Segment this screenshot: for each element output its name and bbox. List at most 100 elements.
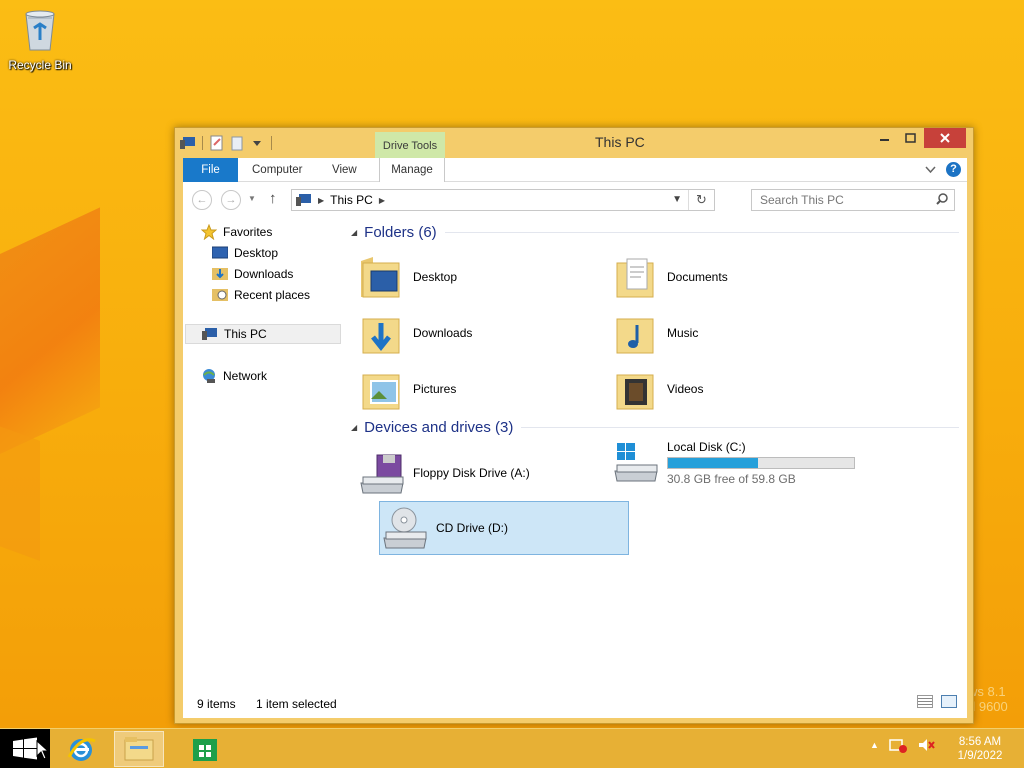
close-button[interactable] (924, 128, 966, 148)
group-title: Devices and drives (3) (364, 418, 514, 436)
explorer-window: Drive Tools This PC File Computer View M… (174, 127, 974, 724)
sidebar-item-recent-places[interactable]: Recent places (212, 285, 310, 305)
tab-manage[interactable]: Manage (379, 158, 445, 183)
folder-tile-documents[interactable]: Documents (611, 250, 851, 304)
search-placeholder: Search This PC (760, 193, 844, 207)
tile-label: Local Disk (C:) (667, 440, 746, 454)
tile-label: Pictures (413, 382, 457, 396)
up-arrow-icon[interactable]: ↑ (269, 190, 277, 207)
navigation-pane: Favorites Desktop Downloads Recent place… (183, 218, 343, 688)
search-icon[interactable] (936, 193, 948, 208)
breadcrumb-this-pc[interactable]: This PC (330, 193, 373, 207)
quick-access-toolbar (180, 133, 274, 153)
tile-label: CD Drive (D:) (436, 521, 508, 535)
navigation-bar: ← → ▼ ↑ ▶ This PC ▶ ▼ ↻ Search This PC (183, 182, 967, 218)
toolbar-divider (271, 136, 272, 150)
tile-label: Desktop (413, 270, 458, 284)
forward-button[interactable]: → (221, 190, 241, 210)
folder-tile-downloads[interactable]: Downloads (357, 306, 597, 360)
sidebar-item-label: Downloads (234, 267, 294, 281)
address-history-dropdown-icon[interactable]: ▼ (672, 194, 682, 205)
ribbon-tabs: File Computer View Manage ? (183, 158, 967, 183)
desktop-icon-recycle-bin[interactable]: Recycle Bin (6, 4, 74, 72)
folders-group-header[interactable]: ◢ Folders (6) (351, 222, 959, 242)
downloads-folder-icon (357, 309, 407, 357)
explorer-content: ← → ▼ ↑ ▶ This PC ▶ ▼ ↻ Search This PC F… (183, 182, 967, 718)
large-icons-view-icon[interactable] (941, 695, 957, 708)
show-hidden-icons-icon[interactable]: ▲ (870, 740, 879, 750)
title-bar[interactable]: Drive Tools This PC (175, 128, 973, 158)
refresh-icon[interactable]: ↻ (688, 190, 714, 210)
this-pc-icon (296, 194, 311, 206)
drive-tile-local-disk[interactable]: Local Disk (C:) 30.8 GB free of 59.8 GB (611, 438, 871, 488)
drive-tools-context-label: Drive Tools (375, 132, 445, 158)
folder-tile-pictures[interactable]: Pictures (357, 362, 597, 416)
disk-usage-bar (667, 457, 855, 469)
internet-explorer-icon (67, 738, 96, 761)
help-icon[interactable]: ? (946, 162, 961, 177)
minimize-button[interactable] (872, 128, 898, 148)
drive-tile-cd[interactable]: CD Drive (D:) (379, 501, 629, 555)
tab-file[interactable]: File (183, 158, 238, 182)
file-explorer-icon (124, 737, 154, 761)
sidebar-item-this-pc[interactable]: This PC (185, 324, 341, 344)
drive-tile-floppy[interactable]: Floppy Disk Drive (A:) (357, 446, 607, 500)
wallpaper-shape (0, 419, 40, 561)
folder-tile-music[interactable]: Music (611, 306, 851, 360)
recent-locations-chevron-icon[interactable]: ▼ (248, 194, 256, 203)
devices-group-header[interactable]: ◢ Devices and drives (3) (351, 417, 959, 437)
folder-tile-videos[interactable]: Videos (611, 362, 851, 416)
clock-date: 1/9/2022 (957, 750, 1003, 762)
breadcrumb: ▶ This PC ▶ (296, 193, 385, 207)
collapse-triangle-icon[interactable]: ◢ (351, 423, 357, 432)
back-button[interactable]: ← (192, 190, 212, 210)
sidebar-item-label: Favorites (223, 225, 273, 239)
volume-muted-icon[interactable] (917, 737, 935, 753)
breadcrumb-separator-icon[interactable]: ▶ (379, 196, 385, 205)
videos-folder-icon (611, 365, 661, 413)
taskbar-internet-explorer[interactable] (56, 731, 106, 767)
sidebar-item-downloads[interactable]: Downloads (212, 264, 293, 284)
cd-drive-icon (380, 504, 430, 552)
details-view-icon[interactable] (917, 695, 933, 708)
free-space-label: 30.8 GB free of 59.8 GB (667, 472, 796, 486)
address-bar[interactable]: ▶ This PC ▶ ▼ ↻ (291, 189, 715, 211)
notification-area: ▲ (870, 737, 935, 753)
sidebar-item-label: Network (223, 369, 268, 383)
clock[interactable]: 8:56 AM 1/9/2022 (950, 735, 1010, 763)
tab-view[interactable]: View (332, 158, 357, 182)
view-switcher (917, 695, 957, 708)
recent-places-icon (212, 289, 228, 301)
star-icon (201, 224, 217, 240)
taskbar-file-explorer[interactable] (114, 731, 164, 767)
mouse-cursor-icon (36, 739, 50, 763)
recycle-bin-icon (20, 4, 60, 54)
breadcrumb-separator-icon[interactable]: ▶ (318, 196, 324, 205)
downloads-icon (212, 268, 228, 280)
customize-toolbar-chevron-icon[interactable] (249, 135, 265, 151)
toolbar-divider (202, 136, 203, 150)
folder-tile-desktop[interactable]: Desktop (357, 250, 597, 304)
disk-usage-fill (668, 458, 759, 468)
search-input[interactable]: Search This PC (751, 189, 955, 211)
recycle-bin-label: Recycle Bin (8, 58, 72, 72)
sidebar-item-label: Desktop (234, 246, 279, 260)
drive-info: Local Disk (C:) 30.8 GB free of 59.8 GB (667, 440, 855, 486)
tab-computer[interactable]: Computer (252, 158, 303, 182)
taskbar-store[interactable] (180, 731, 230, 767)
tile-label: Floppy Disk Drive (A:) (413, 466, 530, 480)
selection-count: 1 item selected (256, 697, 337, 711)
expand-ribbon-chevron-icon[interactable] (925, 165, 936, 174)
network-status-icon[interactable] (889, 737, 907, 753)
new-folder-icon[interactable] (229, 135, 245, 151)
sidebar-item-network[interactable]: Network (201, 366, 267, 386)
divider (521, 426, 959, 428)
sidebar-item-desktop[interactable]: Desktop (212, 243, 278, 263)
network-icon (203, 369, 215, 383)
properties-icon[interactable] (209, 135, 225, 151)
sidebar-item-favorites[interactable]: Favorites (201, 222, 272, 242)
ribbon-controls: ? (925, 162, 961, 177)
collapse-triangle-icon[interactable]: ◢ (351, 228, 357, 237)
maximize-button[interactable] (898, 128, 924, 148)
file-view: ◢ Folders (6) Desktop Documents Download… (343, 218, 963, 688)
